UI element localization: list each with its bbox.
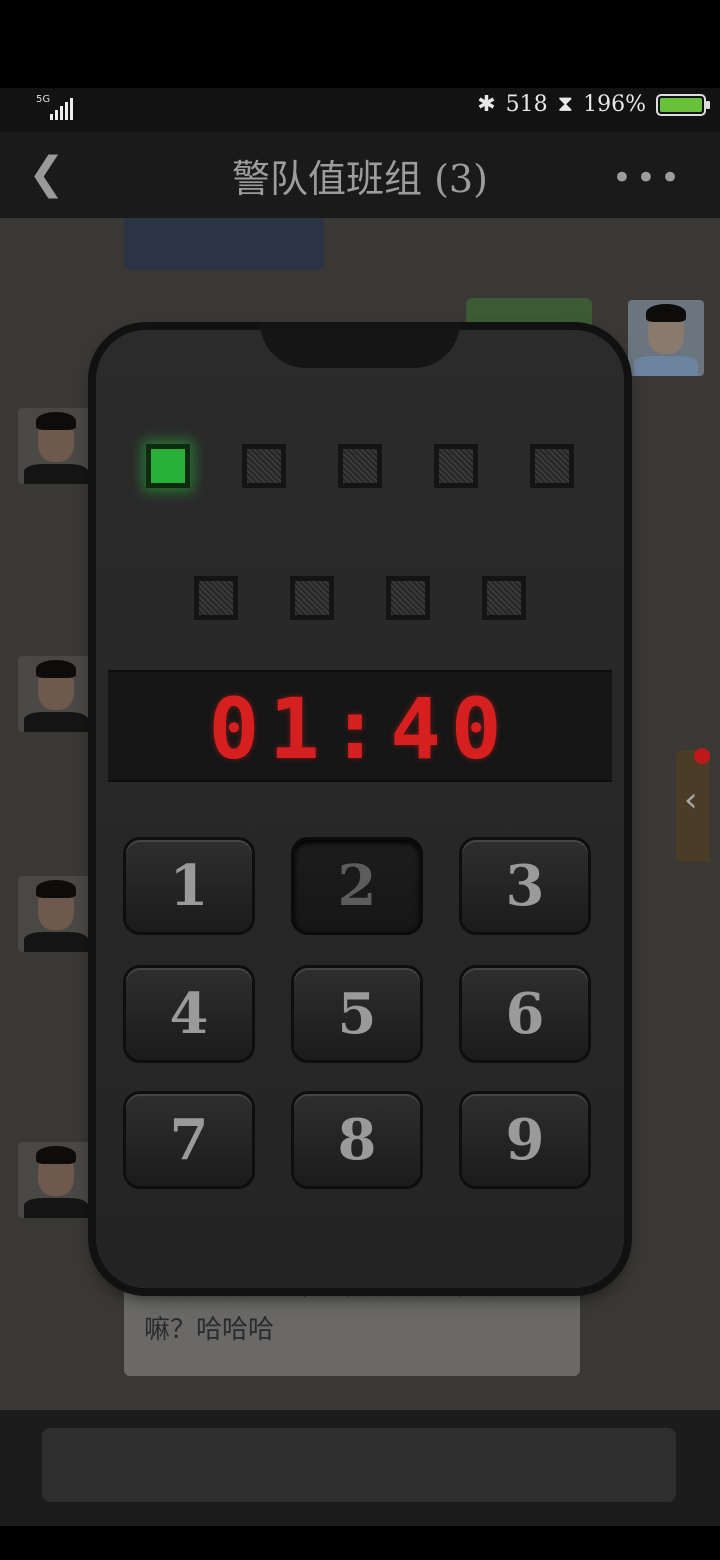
contact-avatar[interactable] — [18, 408, 94, 484]
battery-icon — [656, 93, 710, 116]
image-message[interactable] — [124, 218, 324, 270]
countdown-timer: 01:40 — [208, 680, 512, 778]
keypad-key-7[interactable]: 7 — [126, 1094, 252, 1186]
progress-light — [386, 576, 430, 620]
chevron-left-icon: ‹ — [684, 780, 698, 820]
keypad-device: 01:40 123 456 789 — [96, 322, 624, 1288]
signal-icon — [50, 98, 73, 120]
keypad-key-6[interactable]: 6 — [462, 968, 588, 1060]
keypad-key-4[interactable]: 4 — [126, 968, 252, 1060]
keypad-key-3[interactable]: 3 — [462, 840, 588, 932]
steps-count: 518 — [505, 92, 548, 117]
keypad-key-8[interactable]: 8 — [294, 1094, 420, 1186]
contact-avatar[interactable] — [18, 656, 94, 732]
more-icon[interactable]: ••• — [612, 158, 684, 198]
progress-light — [242, 444, 286, 488]
input-bar — [0, 1410, 720, 1526]
progress-light — [530, 444, 574, 488]
device-notch — [260, 322, 460, 368]
chat-header: ❮ 警队值班组 (3) ••• — [0, 132, 720, 220]
progress-light — [338, 444, 382, 488]
timer-display: 01:40 — [108, 670, 612, 782]
player-avatar[interactable] — [628, 300, 704, 376]
progress-light — [194, 576, 238, 620]
hourglass-icon: ⧗ — [557, 92, 574, 117]
bluetooth-icon: ✱ — [477, 92, 496, 117]
progress-light — [482, 576, 526, 620]
progress-light — [290, 576, 334, 620]
progress-light — [146, 444, 190, 488]
battery-percent: 196% — [583, 92, 646, 117]
network-type: 5G — [36, 94, 51, 105]
keypad-key-1[interactable]: 1 — [126, 840, 252, 932]
keypad-key-9[interactable]: 9 — [462, 1094, 588, 1186]
status-bar: 5G ✱ 518 ⧗ 196% — [0, 88, 720, 132]
message-input[interactable] — [42, 1428, 676, 1502]
keypad-key-2[interactable]: 2 — [294, 840, 420, 932]
progress-light — [434, 444, 478, 488]
contact-avatar[interactable] — [18, 1142, 94, 1218]
contact-avatar[interactable] — [18, 876, 94, 952]
notification-dot — [694, 748, 710, 764]
side-panel-toggle[interactable]: ‹ — [676, 750, 710, 862]
keypad-key-5[interactable]: 5 — [294, 968, 420, 1060]
